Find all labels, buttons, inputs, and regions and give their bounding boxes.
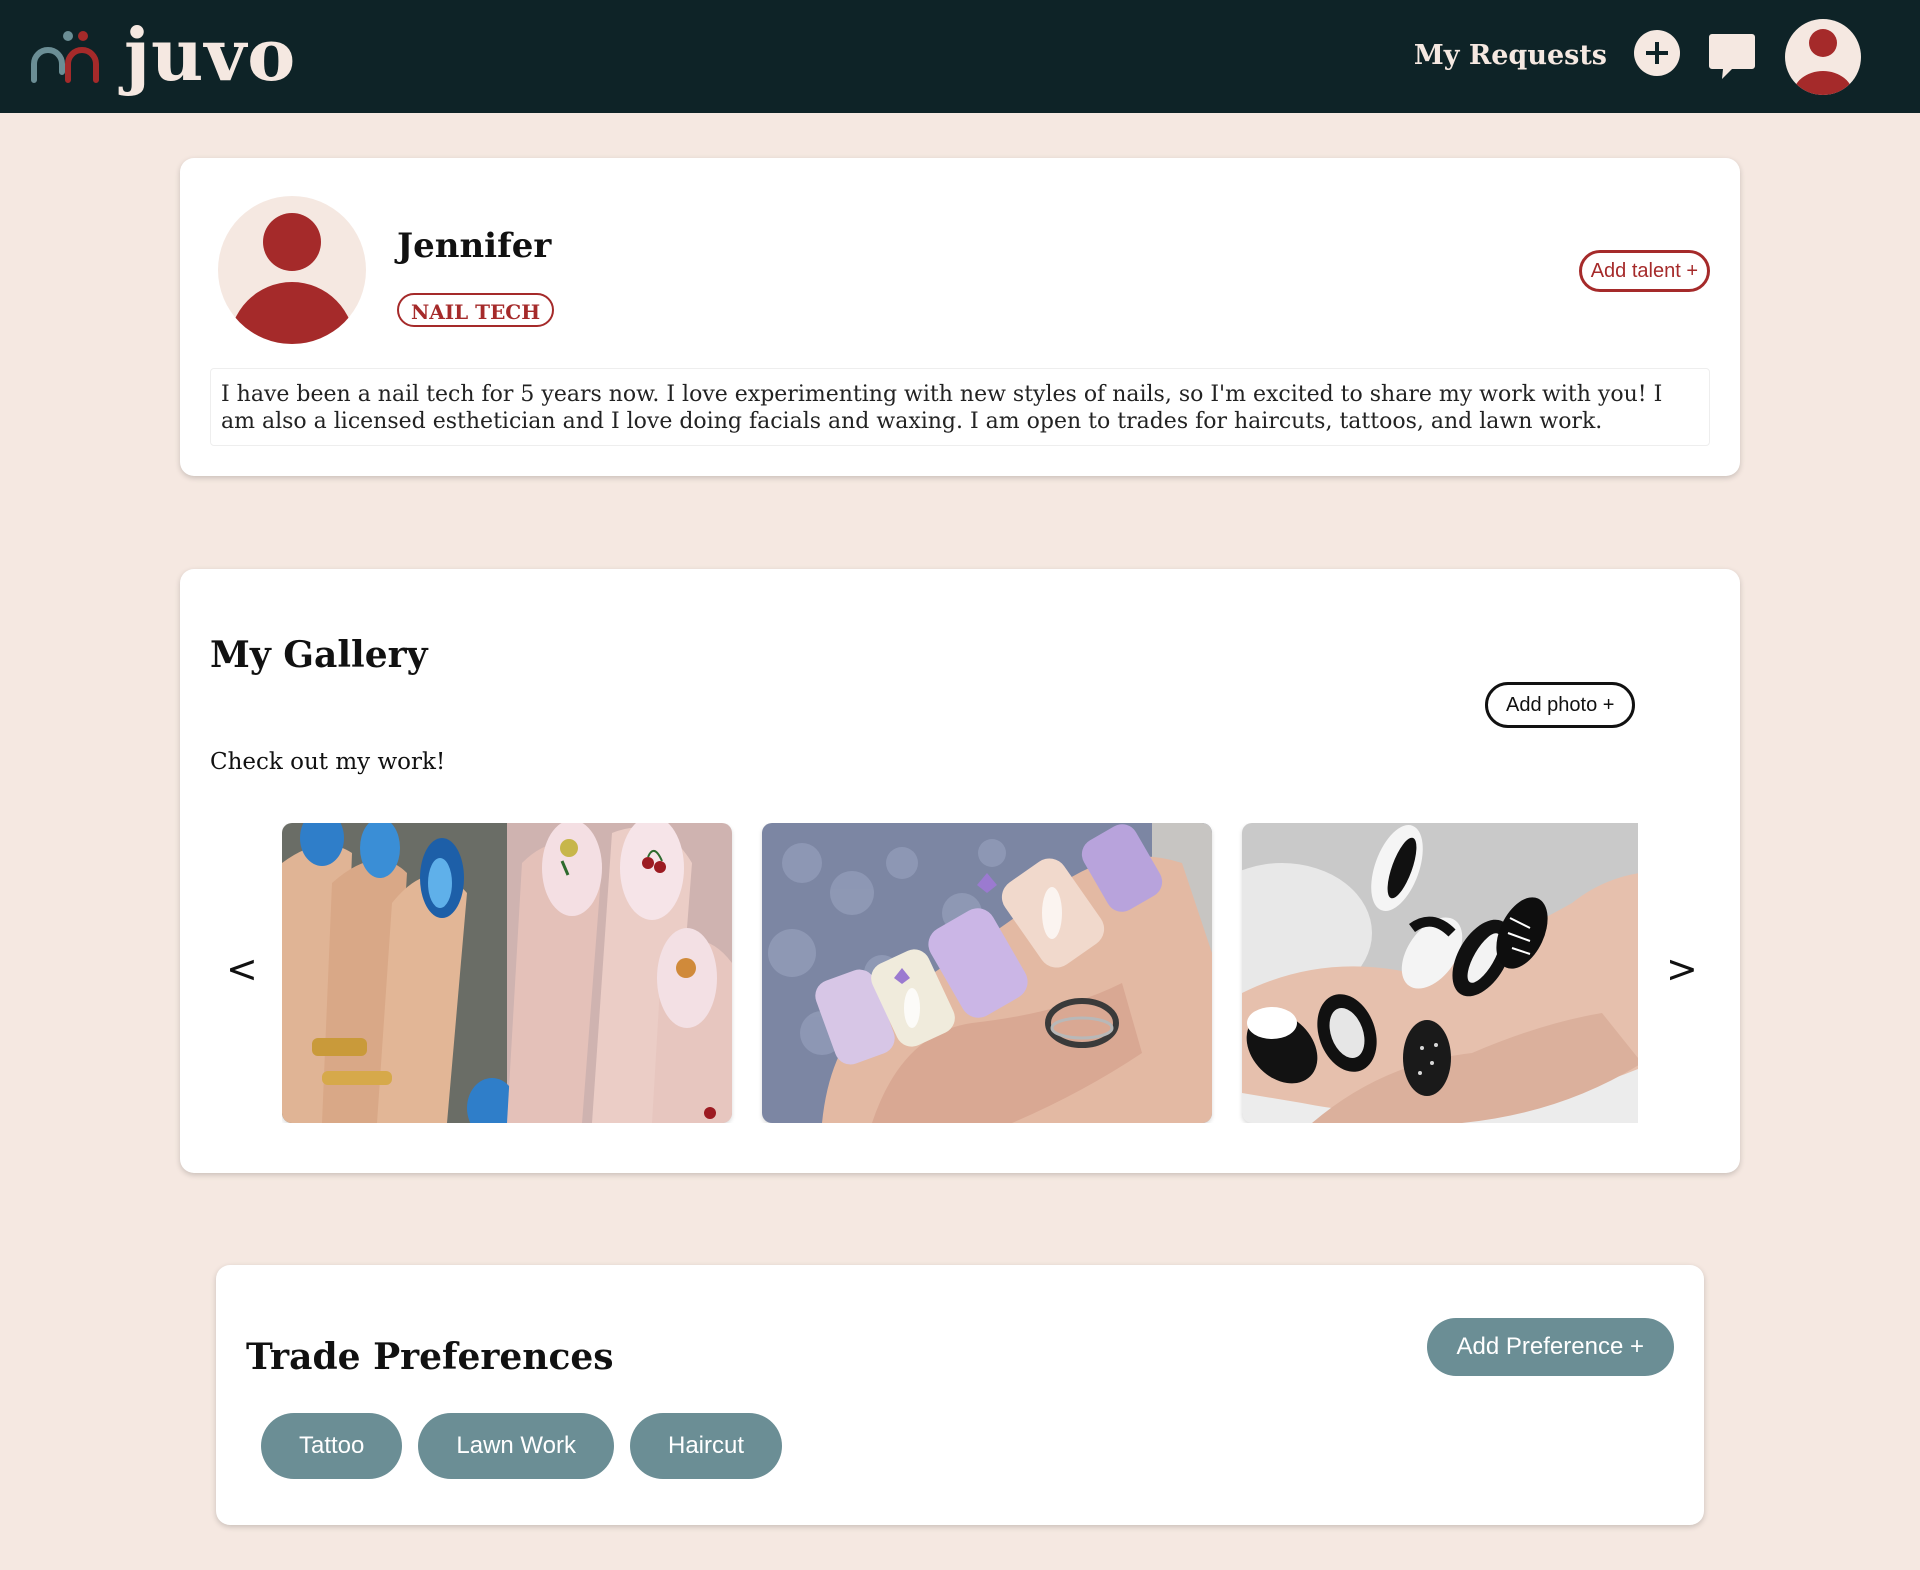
gallery-photo-lavender-glitter-nails[interactable] xyxy=(762,823,1212,1123)
add-photo-button[interactable]: Add photo + xyxy=(1485,682,1636,728)
preference-chip-lawn-work[interactable]: Lawn Work xyxy=(418,1413,614,1479)
gallery-title: My Gallery xyxy=(210,634,428,676)
gallery-prev-button[interactable]: < xyxy=(226,949,258,989)
profile-name: Jennifer xyxy=(397,226,552,266)
gallery-card: My Gallery Add photo + Check out my work… xyxy=(180,569,1740,1173)
gallery-carousel xyxy=(282,823,1638,1123)
my-requests-link[interactable]: My Requests xyxy=(1414,36,1607,76)
profile-bio: I have been a nail tech for 5 years now.… xyxy=(210,368,1710,446)
juvo-logo-icon[interactable] xyxy=(28,24,106,88)
trade-preferences-card: Trade Preferences Add Preference + Tatto… xyxy=(216,1265,1704,1525)
preference-chip-tattoo[interactable]: Tattoo xyxy=(261,1413,403,1479)
profile-menu-avatar[interactable] xyxy=(1785,19,1861,95)
preference-chip-haircut[interactable]: Haircut xyxy=(630,1413,783,1479)
messages-button[interactable] xyxy=(1708,32,1756,82)
trade-preference-list: Tattoo Lawn Work Haircut xyxy=(261,1413,783,1479)
gallery-subtitle: Check out my work! xyxy=(210,749,446,775)
gallery-photo-blue-and-fruit-nails[interactable] xyxy=(282,823,732,1123)
brand-wordmark[interactable]: juvo xyxy=(124,10,296,100)
user-avatar-icon xyxy=(1793,29,1853,95)
user-avatar-icon xyxy=(229,213,355,344)
talent-badge: NAIL TECH xyxy=(397,293,555,327)
chat-icon xyxy=(1709,34,1755,79)
add-talent-button[interactable]: Add talent + xyxy=(1578,250,1710,292)
profile-avatar xyxy=(218,196,366,344)
trade-preferences-title: Trade Preferences xyxy=(246,1336,614,1378)
top-nav-bar: juvo My Requests xyxy=(0,0,1920,113)
gallery-photo-black-white-nails[interactable] xyxy=(1242,823,1638,1123)
gallery-next-button[interactable]: > xyxy=(1666,949,1698,989)
plus-icon xyxy=(1646,42,1668,64)
add-request-button[interactable] xyxy=(1634,30,1680,76)
profile-card: Jennifer NAIL TECH Add talent + I have b… xyxy=(180,158,1740,476)
add-preference-button[interactable]: Add Preference + xyxy=(1426,1318,1674,1376)
